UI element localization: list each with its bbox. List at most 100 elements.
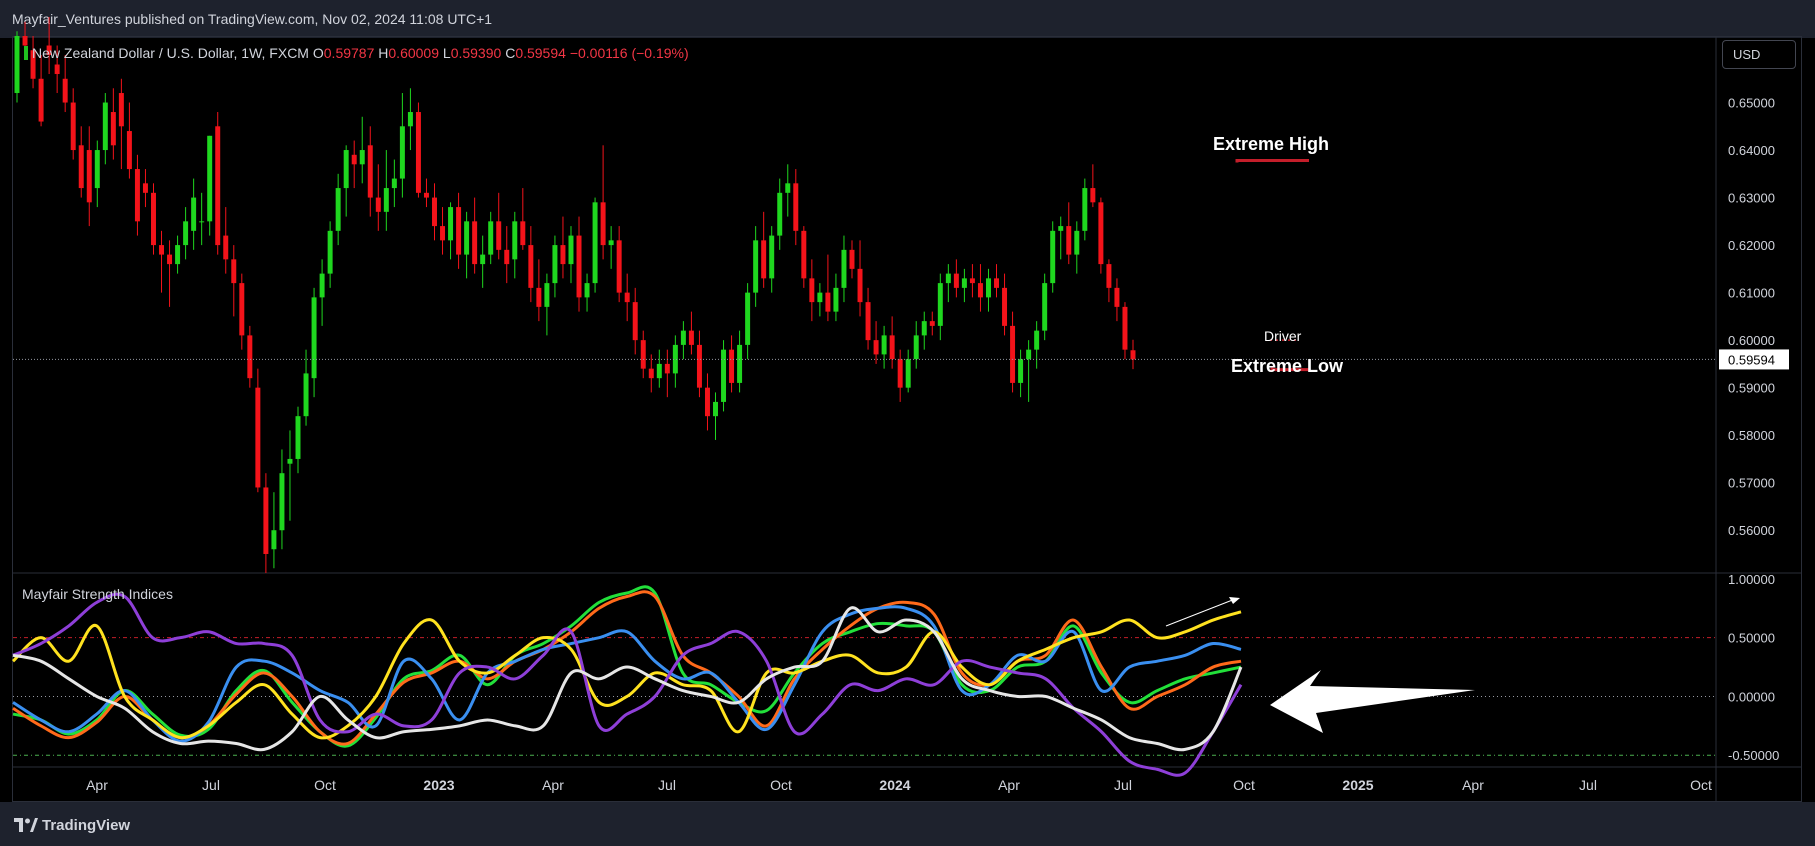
indicator-title: Mayfair Strength Indices	[22, 586, 173, 602]
candle-body	[223, 235, 229, 260]
candle-body	[496, 221, 502, 250]
driver-label: Driver	[1264, 328, 1302, 344]
candle-body	[889, 335, 895, 360]
tradingview-logo-icon	[14, 818, 38, 832]
candle-body	[78, 145, 84, 189]
candle-body	[191, 197, 197, 231]
candle-body	[102, 102, 108, 151]
time-tick-label: Apr	[998, 777, 1020, 793]
candle-body	[785, 183, 791, 193]
candle-body	[1114, 287, 1120, 307]
footer: TradingView	[0, 802, 1815, 846]
candle-body	[504, 249, 510, 265]
candle-body	[985, 278, 991, 298]
candle-body	[961, 278, 967, 288]
candle-body	[560, 245, 566, 265]
candle-body	[1106, 264, 1112, 288]
last-price-label: 0.59594	[1728, 352, 1775, 367]
candle-body	[94, 150, 100, 189]
candle-body	[833, 287, 839, 312]
candle-body	[287, 458, 293, 464]
candle-body	[656, 363, 662, 379]
candle-body	[14, 36, 20, 94]
legend-swatch	[24, 46, 28, 60]
candle-body	[809, 278, 815, 303]
candle-body	[167, 254, 173, 265]
time-tick-label: Jul	[202, 777, 220, 793]
price-tick-label: 0.59000	[1728, 381, 1775, 396]
candle-body	[1026, 349, 1032, 360]
candle-body	[399, 126, 405, 179]
candle-body	[159, 245, 165, 255]
time-tick-label: Jul	[1114, 777, 1132, 793]
indicator-tick-label: 0.00000	[1728, 689, 1775, 704]
candle-body	[576, 235, 582, 298]
candle-body	[255, 387, 261, 488]
indicator-tick-label: -0.50000	[1728, 748, 1779, 763]
candle-body	[1090, 188, 1096, 203]
time-tick-label: Oct	[770, 777, 792, 793]
candle-body	[432, 197, 437, 227]
candle-body	[680, 330, 686, 345]
candle-body	[86, 150, 92, 203]
candle-body	[592, 202, 598, 284]
candle-body	[865, 302, 871, 341]
candle-body	[1010, 325, 1016, 383]
candle-body	[70, 102, 76, 151]
candle-body	[897, 359, 903, 388]
time-tick-label: 2023	[423, 777, 454, 793]
candle-body	[247, 335, 253, 379]
candle-body	[969, 278, 975, 284]
candle-body	[994, 278, 999, 288]
candle-body	[721, 349, 727, 402]
candle-body	[881, 335, 887, 355]
time-tick-label: Jul	[1579, 777, 1597, 793]
strength-series-line	[12, 592, 1243, 777]
candle-body	[391, 178, 397, 189]
candle-body	[937, 283, 943, 326]
time-tick-label: Apr	[86, 777, 108, 793]
candle-body	[279, 473, 285, 531]
candle-body	[488, 221, 494, 255]
currency-button[interactable]: USD	[1722, 40, 1796, 69]
candle-body	[600, 202, 606, 246]
chart-canvas[interactable]: 0.65000 0.64000 0.63000 0.62000 0.61000 0.600…	[0, 0, 1815, 846]
symbol-legend: New Zealand Dollar / U.S. Dollar, 1W, FX…	[24, 45, 689, 61]
time-tick-label: 2024	[879, 777, 910, 793]
candle-body	[857, 268, 863, 303]
price-tick-label: 0.63000	[1728, 191, 1775, 206]
price-axis: 0.65000 0.64000 0.63000 0.62000 0.61000 0.600…	[1719, 96, 1789, 538]
time-tick-label: Oct	[1233, 777, 1255, 793]
candle-body	[713, 401, 718, 417]
candle-body	[624, 292, 630, 303]
candle-body	[110, 112, 116, 146]
candle-body	[343, 150, 349, 189]
indicator-tick-label: 0.50000	[1728, 631, 1775, 646]
candle-body	[1050, 230, 1056, 284]
candle-body	[769, 235, 775, 279]
candle-body	[608, 240, 614, 246]
candle-body	[688, 330, 694, 345]
time-tick-label: Apr	[542, 777, 564, 793]
extreme-low-label: Extreme Low	[1231, 356, 1344, 376]
price-tick-label: 0.57000	[1728, 476, 1775, 491]
close-value: 0.59594	[515, 45, 566, 61]
candle-body	[520, 221, 526, 246]
candle-body	[415, 112, 421, 193]
candle-body	[327, 230, 333, 274]
low-value: 0.59390	[450, 45, 502, 61]
candle-body	[793, 183, 799, 231]
candle-body	[1082, 188, 1088, 231]
candle-body	[351, 154, 357, 165]
candle-body	[849, 249, 855, 269]
time-tick-label: Apr	[1462, 777, 1484, 793]
candle-body	[512, 221, 518, 260]
candle-body	[801, 230, 807, 279]
high-value: 0.60009	[388, 45, 439, 61]
indicator-pane	[11, 585, 1716, 777]
candle-body	[777, 192, 783, 236]
candle-body	[142, 183, 148, 193]
candle-body	[263, 487, 269, 554]
time-tick-label: 2025	[1342, 777, 1373, 793]
trend-arrow-line	[1165, 598, 1236, 627]
